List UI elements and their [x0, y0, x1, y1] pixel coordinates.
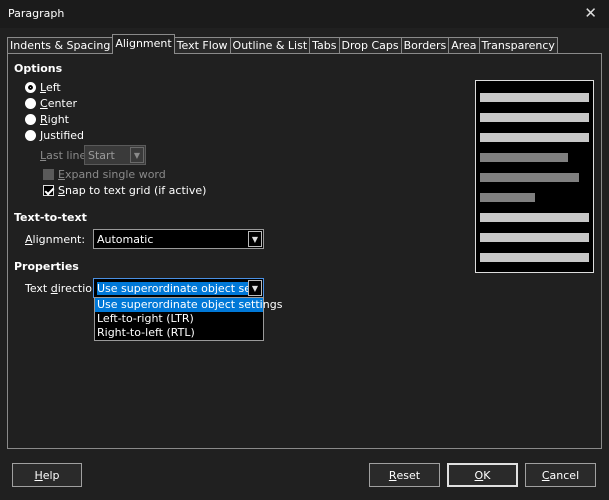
radio-right[interactable]: Right — [25, 113, 69, 126]
text-to-text-heading: Text-to-text — [14, 211, 87, 224]
preview-line — [480, 213, 589, 222]
tab-area[interactable]: Area — [448, 37, 480, 54]
tab-bar: Indents & Spacing Alignment Text Flow Ou… — [7, 34, 558, 54]
preview-line — [480, 193, 535, 202]
radio-left-label: Left — [40, 81, 61, 94]
radio-right-label: Right — [40, 113, 69, 126]
preview-line — [480, 153, 568, 162]
preview-line — [480, 253, 589, 262]
tab-text-flow[interactable]: Text Flow — [173, 37, 231, 54]
chevron-down-icon[interactable]: ▼ — [130, 147, 144, 163]
radio-left-indicator[interactable] — [25, 82, 36, 93]
tab-alignment[interactable]: Alignment — [112, 34, 175, 54]
chevron-down-icon[interactable]: ▼ — [248, 231, 262, 247]
radio-right-indicator[interactable] — [25, 114, 36, 125]
options-heading: Options — [14, 62, 63, 75]
reset-button[interactable]: Reset — [369, 463, 440, 487]
snap-to-grid-label: Snap to text grid (if active) — [58, 184, 207, 197]
preview-line — [480, 113, 589, 122]
properties-heading: Properties — [14, 260, 79, 273]
text-direction-dropdown: Use superordinate object settings Left-t… — [94, 297, 282, 341]
close-icon[interactable]: ✕ — [584, 4, 597, 22]
radio-justified[interactable]: Justified — [25, 129, 84, 142]
last-line-select[interactable]: Start ▼ — [84, 145, 146, 165]
alignment-select[interactable]: Automatic ▼ — [93, 229, 264, 249]
expand-single-word-box[interactable] — [43, 169, 54, 180]
preview-line — [480, 233, 589, 242]
dropdown-option[interactable]: Right-to-left (RTL) — [95, 326, 263, 340]
text-direction-label: Text direction: — [25, 282, 103, 295]
radio-center[interactable]: Center — [25, 97, 77, 110]
snap-to-grid-checkbox[interactable]: Snap to text grid (if active) — [43, 184, 206, 197]
radio-justified-label: Justified — [40, 129, 85, 142]
window-title: Paragraph — [8, 7, 65, 20]
text-direction-select[interactable]: Use superordinate object settings ▼ — [93, 278, 264, 298]
tab-indents-spacing[interactable]: Indents & Spacing — [7, 37, 114, 54]
alignment-label: Alignment: — [25, 233, 86, 246]
preview-line — [480, 133, 589, 142]
last-line-value: Start — [88, 148, 115, 162]
dropdown-option[interactable]: Left-to-right (LTR) — [95, 312, 263, 326]
dropdown-option[interactable]: Use superordinate object settings — [95, 298, 282, 312]
chevron-down-icon[interactable]: ▼ — [248, 280, 262, 296]
preview-line — [480, 93, 589, 102]
snap-to-grid-box[interactable] — [43, 185, 54, 196]
tab-transparency[interactable]: Transparency — [478, 37, 558, 54]
radio-center-label: Center — [40, 97, 78, 110]
ok-button[interactable]: OK — [447, 463, 518, 487]
radio-center-indicator[interactable] — [25, 98, 36, 109]
preview-line — [480, 173, 579, 182]
tab-tabs[interactable]: Tabs — [309, 37, 340, 54]
radio-left[interactable]: Left — [25, 81, 61, 94]
expand-single-word-checkbox[interactable]: Expand single word — [43, 168, 166, 181]
alignment-value: Automatic — [97, 232, 154, 246]
help-button[interactable]: Help — [12, 463, 82, 487]
tab-outline-list[interactable]: Outline & List — [229, 37, 311, 54]
radio-justified-indicator[interactable] — [25, 130, 36, 141]
text-direction-value: Use superordinate object settings — [97, 281, 248, 295]
expand-single-word-label: Expand single word — [58, 168, 166, 181]
title-bar: Paragraph ✕ — [0, 0, 609, 28]
last-line-label: Last line: — [40, 149, 90, 162]
cancel-button[interactable]: Cancel — [525, 463, 596, 487]
alignment-preview — [475, 80, 594, 273]
tab-drop-caps[interactable]: Drop Caps — [338, 37, 402, 54]
tab-borders[interactable]: Borders — [400, 37, 450, 54]
